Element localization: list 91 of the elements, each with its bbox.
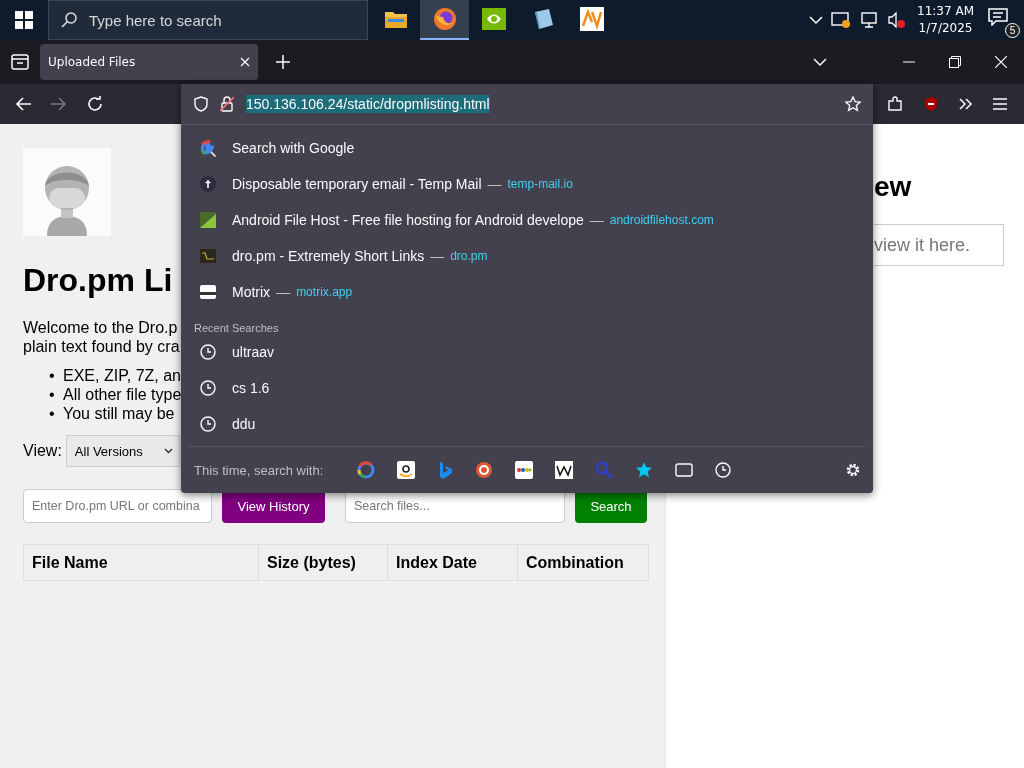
bullet-marker: • <box>49 366 56 385</box>
back-icon[interactable] <box>15 97 31 111</box>
menu-icon[interactable] <box>993 98 1007 110</box>
separator-dash: — <box>430 248 445 264</box>
preview-hint: view it here. <box>874 234 971 256</box>
shield-icon[interactable] <box>194 96 208 112</box>
url-input[interactable]: Enter Dro.pm URL or combina <box>23 489 212 523</box>
version-select[interactable]: All Versions <box>65 435 180 467</box>
browser-icon <box>432 7 457 31</box>
close-icon[interactable] <box>995 56 1007 68</box>
column-header[interactable]: Size (bytes) <box>259 545 388 580</box>
clock[interactable]: 11:37 AM 1/7/2025 <box>917 3 974 37</box>
clock-time: 11:37 AM <box>917 3 974 20</box>
network-icon[interactable] <box>859 11 880 29</box>
multicolor-ring-icon[interactable] <box>357 461 376 479</box>
separator-dash: — <box>276 284 291 300</box>
suggestion-domain: androidfilehost.com <box>609 213 714 227</box>
broken-lock-icon[interactable] <box>220 96 234 112</box>
zigzag-tile-icon[interactable] <box>555 461 574 479</box>
new-tab-icon[interactable] <box>276 55 290 69</box>
separator-dash: — <box>487 176 502 192</box>
eye-tile-icon <box>481 8 506 30</box>
suggestion-item[interactable]: Motrix — motrix.app <box>181 274 873 310</box>
chevron-icon[interactable] <box>809 15 824 25</box>
suggestion-item[interactable]: Search with Google <box>181 130 873 166</box>
column-header[interactable]: File Name <box>24 545 259 580</box>
notification-icon[interactable] <box>988 8 1008 26</box>
clock-icon <box>199 344 217 360</box>
chevron-icon <box>163 448 173 454</box>
settings-icon[interactable] <box>845 462 861 478</box>
column-header[interactable]: Index Date <box>388 545 518 580</box>
suggestion-item[interactable]: dro.pm - Extremely Short Links — dro.pm <box>181 238 873 274</box>
recent-search-item[interactable]: ultraav <box>181 334 873 370</box>
suggestion-item[interactable]: Disposable temporary email - Temp Mail — temp-mail.io <box>181 166 873 202</box>
speaker-muted-icon[interactable] <box>887 11 906 29</box>
chevron-icon[interactable] <box>813 57 827 67</box>
windows-logo-icon[interactable] <box>15 11 33 29</box>
tray-icon[interactable] <box>11 54 29 70</box>
close-icon[interactable] <box>240 57 250 67</box>
multicolor-ring-icon <box>199 139 217 157</box>
bullet-text: All other file type <box>63 385 182 404</box>
zigzag-logo-icon <box>579 7 604 31</box>
double-chevron-icon[interactable] <box>959 98 973 110</box>
separator-dash: — <box>589 212 604 228</box>
clock-icon <box>199 380 217 396</box>
recent-search-item[interactable]: ddu <box>181 406 873 442</box>
star-icon[interactable] <box>635 461 654 479</box>
bullet-marker: • <box>49 385 56 404</box>
suggestion-item[interactable]: Android File Host - Free file hosting for Android develope — androidfilehost.com <box>181 202 873 238</box>
bullet-marker: • <box>49 404 56 423</box>
search-with-label: This time, search with: <box>194 462 324 478</box>
view-label: View: <box>23 442 62 460</box>
clock-icon <box>199 416 217 432</box>
dark-circle-icon <box>199 176 217 192</box>
search-icon <box>60 11 78 29</box>
tab-icon[interactable] <box>675 463 694 477</box>
bullet-text: You still may be <box>63 404 175 423</box>
bullet-text: EXE, ZIP, 7Z, an <box>63 366 181 385</box>
monitor-warning-icon[interactable] <box>831 11 852 29</box>
target-icon[interactable] <box>475 461 494 479</box>
url-text[interactable]: 150.136.106.24/static/dropmlisting.html <box>246 95 490 113</box>
page-heading: Dro.pm Li <box>23 261 173 300</box>
suggestion-title: Disposable temporary email - Temp Mail <box>232 176 482 192</box>
suggestion-title: Android File Host - Free file hosting for Android develope <box>232 212 584 228</box>
suggestion-domain: motrix.app <box>296 285 353 299</box>
intro-paragraph: Welcome to the Dro.p plain text found by cra <box>23 318 180 356</box>
reload-icon[interactable] <box>87 96 103 112</box>
recent-searches-label: Recent Searches <box>193 321 280 334</box>
shield-badge-icon[interactable] <box>923 96 939 112</box>
suggestion-domain: dro.pm <box>450 249 488 263</box>
puzzle-icon[interactable] <box>887 96 903 112</box>
restore-icon[interactable] <box>949 56 961 68</box>
recent-search-item[interactable]: cs 1.6 <box>181 370 873 406</box>
clock-date: 1/7/2025 <box>918 20 973 37</box>
suggestion-title: Search with Google <box>232 140 355 156</box>
suggestion-title: Motrix <box>232 284 271 300</box>
b-shape-icon[interactable] <box>437 461 454 479</box>
window-icon <box>199 285 217 299</box>
suggestion-title: dro.pm - Extremely Short Links <box>232 248 425 264</box>
star-icon[interactable] <box>845 96 861 112</box>
clock-icon[interactable] <box>715 462 732 478</box>
notification-badge: 5 <box>1005 23 1020 38</box>
folder-icon <box>384 10 407 28</box>
taskbar-search-field[interactable]: Type here to search <box>48 0 368 40</box>
landscape-tile-icon <box>199 212 217 228</box>
terminal-icon <box>199 249 217 263</box>
column-header[interactable]: Combination <box>518 545 647 580</box>
preview-heading: ew <box>874 172 913 202</box>
colored-dots-icon[interactable] <box>515 461 534 479</box>
browser-tab[interactable]: Uploaded Files <box>40 44 258 80</box>
suggestion-domain: temp-mail.io <box>507 177 573 191</box>
